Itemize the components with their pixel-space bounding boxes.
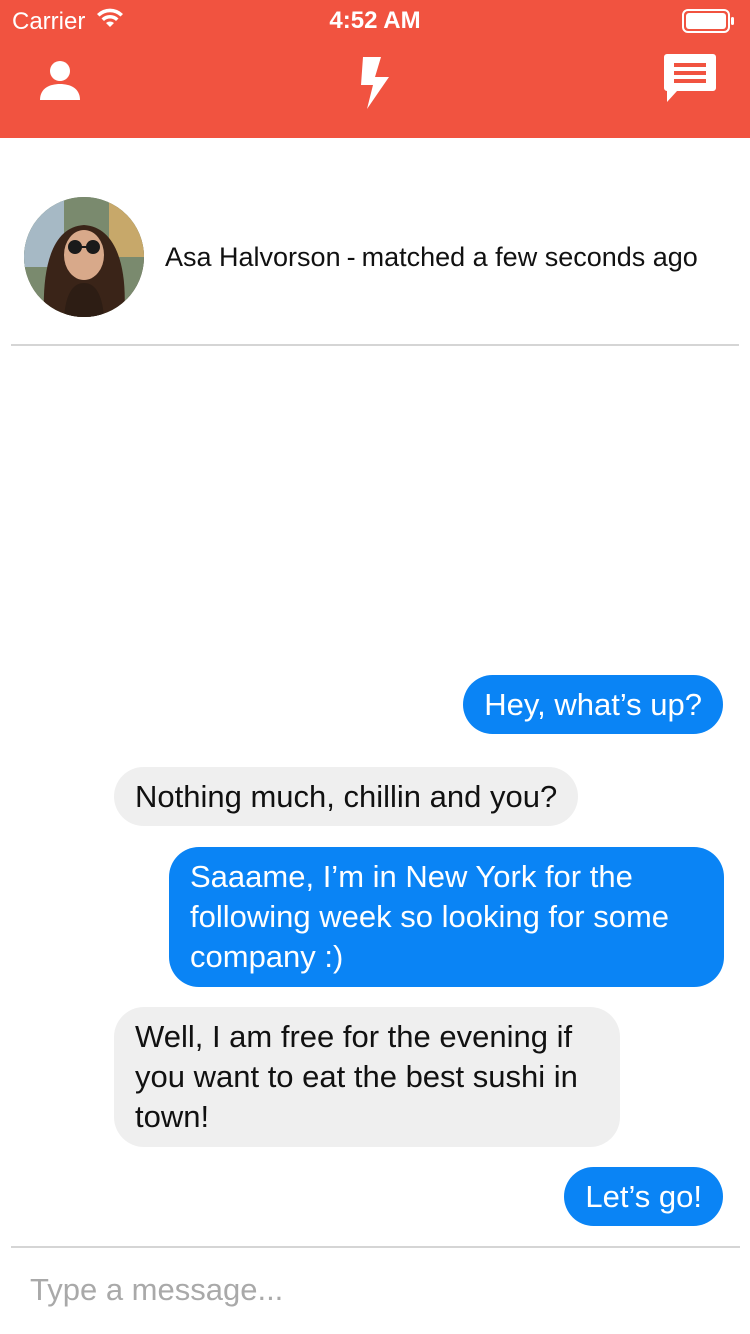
header: Carrier 4:52 AM — [0, 0, 750, 138]
person-icon — [38, 58, 82, 107]
flash-button[interactable] — [345, 52, 405, 118]
outgoing-message[interactable]: Let’s go! — [564, 1167, 723, 1226]
incoming-message[interactable]: Well, I am free for the evening if you w… — [114, 1007, 620, 1147]
status-bar: Carrier 4:52 AM — [0, 0, 750, 40]
messages-button[interactable] — [660, 50, 720, 110]
match-status: matched a few seconds ago — [361, 242, 698, 272]
match-separator: - — [346, 242, 356, 272]
match-name: Asa Halvorson — [165, 242, 341, 272]
nav-bar — [0, 40, 750, 138]
chat-bubble-icon — [663, 52, 717, 109]
battery-icon — [682, 9, 736, 33]
outgoing-message[interactable]: Hey, what’s up? — [463, 675, 723, 734]
outgoing-message[interactable]: Saaame, I’m in New York for the followin… — [169, 847, 724, 987]
composer-divider — [11, 1246, 740, 1248]
message-input[interactable] — [30, 1262, 720, 1318]
chat-screen: Carrier 4:52 AM Asa Halvorson - matched … — [0, 0, 750, 1334]
incoming-message[interactable]: Nothing much, chillin and you? — [114, 767, 579, 826]
avatar[interactable] — [24, 197, 144, 317]
status-time: 4:52 AM — [329, 7, 421, 34]
match-info: Asa Halvorson - matched a few seconds ago — [165, 242, 698, 273]
match-header[interactable]: Asa Halvorson - matched a few seconds ago — [0, 138, 750, 346]
profile-button[interactable] — [30, 52, 90, 112]
lightning-icon — [359, 55, 391, 116]
header-divider — [11, 344, 739, 346]
